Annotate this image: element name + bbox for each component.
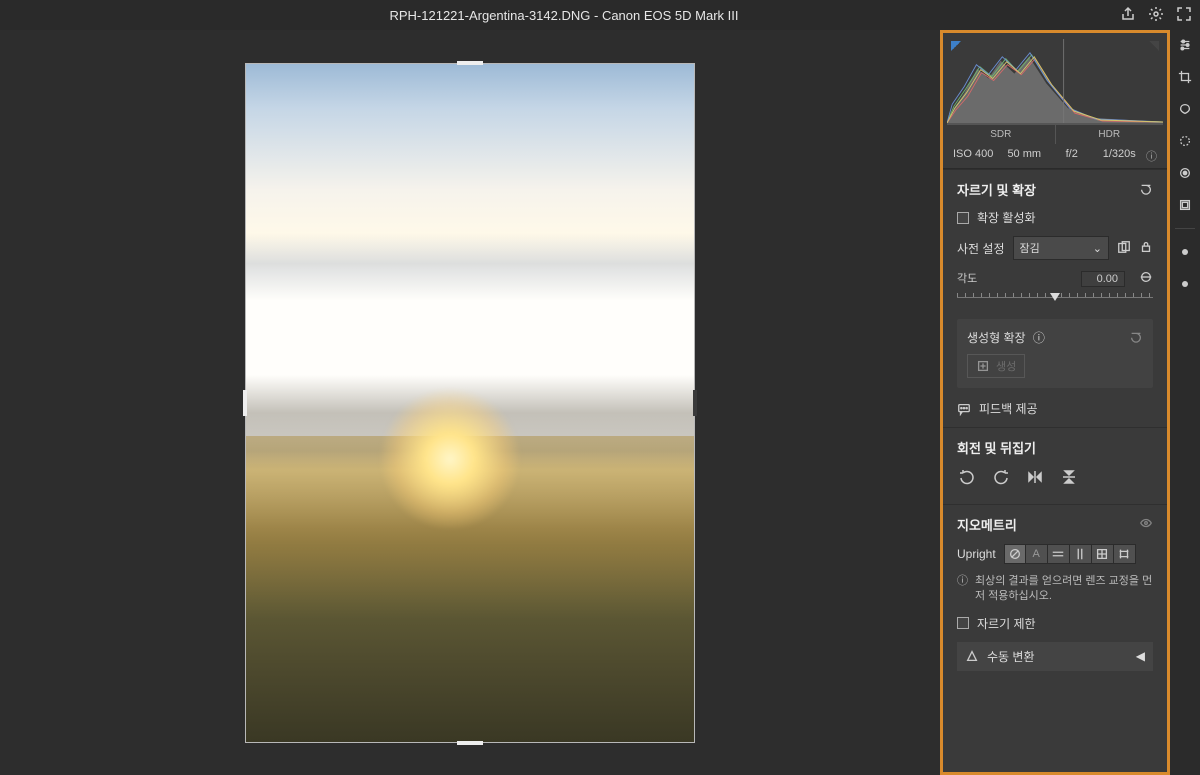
- upright-auto-button[interactable]: A: [1026, 544, 1048, 564]
- upright-full-button[interactable]: [1092, 544, 1114, 564]
- meta-iso: ISO 400: [953, 148, 1001, 164]
- window-title: RPH-121221-Argentina-3142.DNG - Canon EO…: [8, 8, 1120, 23]
- crop-handle-top[interactable]: [457, 61, 483, 65]
- preset-select[interactable]: 잠김 ⌄: [1013, 236, 1110, 260]
- triangle-left-icon: ◀: [1136, 649, 1145, 663]
- enable-expand-checkbox[interactable]: [957, 212, 969, 224]
- geometry-section: 지오메트리 Upright A: [943, 504, 1167, 681]
- generative-expand-box: 생성형 확장 ⓘ 생성: [957, 319, 1153, 388]
- chevron-down-icon: ⌄: [1093, 242, 1102, 255]
- right-panel: SDR HDR ISO 400 50 mm f/2 1/320s ⓘ 자르기 및…: [940, 30, 1170, 775]
- geometry-heading: 지오메트리: [957, 515, 1017, 534]
- histogram[interactable]: [947, 39, 1163, 124]
- healing-icon[interactable]: [1176, 100, 1194, 118]
- upright-button-group: A: [1004, 544, 1136, 564]
- crop-overlay[interactable]: [245, 63, 695, 743]
- tool-strip: [1170, 30, 1200, 775]
- enable-expand-label: 확장 활성화: [977, 209, 1036, 226]
- straighten-icon[interactable]: [1139, 270, 1153, 287]
- aspect-swap-icon[interactable]: [1117, 240, 1131, 257]
- redeye-icon[interactable]: [1176, 164, 1194, 182]
- separator: [1175, 228, 1195, 229]
- crop-limit-label: 자르기 제한: [977, 615, 1036, 632]
- crop-heading: 자르기 및 확장: [957, 180, 1036, 199]
- manual-transform-row[interactable]: 수동 변환 ◀: [957, 642, 1153, 671]
- preset-label: 사전 설정: [957, 240, 1005, 257]
- filename: RPH-121221-Argentina-3142.DNG: [389, 8, 590, 23]
- crop-handle-left[interactable]: [243, 390, 247, 416]
- upright-vertical-button[interactable]: [1070, 544, 1092, 564]
- presets-icon[interactable]: [1176, 196, 1194, 214]
- meta-aperture: f/2: [1048, 148, 1096, 164]
- mask-icon[interactable]: [1176, 132, 1194, 150]
- angle-value[interactable]: 0.00: [1081, 271, 1125, 287]
- more-icon[interactable]: [1176, 243, 1194, 261]
- crop-limit-checkbox[interactable]: [957, 617, 969, 629]
- lock-icon[interactable]: [1139, 240, 1153, 257]
- feedback-label: 피드백 제공: [979, 400, 1038, 417]
- gear-icon[interactable]: [1148, 6, 1164, 25]
- angle-slider[interactable]: [957, 291, 1153, 305]
- geometry-hint: 최상의 결과를 얻으려면 렌즈 교정을 먼저 적용하십시오.: [975, 574, 1153, 605]
- reset-icon[interactable]: [1129, 329, 1143, 346]
- manual-transform-label: 수동 변환: [987, 648, 1035, 665]
- upright-off-button[interactable]: [1004, 544, 1026, 564]
- export-icon[interactable]: [1120, 6, 1136, 25]
- flip-horizontal-icon[interactable]: [1027, 469, 1043, 490]
- histogram-section: SDR HDR ISO 400 50 mm f/2 1/320s ⓘ: [943, 33, 1167, 169]
- crop-tool-icon[interactable]: [1176, 68, 1194, 86]
- info-icon[interactable]: ⓘ: [1143, 148, 1157, 164]
- camera-model: Canon EOS 5D Mark III: [602, 8, 739, 23]
- canvas[interactable]: [0, 30, 940, 775]
- upright-guided-button[interactable]: [1114, 544, 1136, 564]
- crop-section: 자르기 및 확장 확장 활성화 사전 설정 잠김 ⌄: [943, 169, 1167, 427]
- rotate-ccw-icon[interactable]: [959, 469, 975, 490]
- crop-handle-right[interactable]: [693, 390, 697, 416]
- sdr-label[interactable]: SDR: [947, 124, 1055, 144]
- meta-shutter: 1/320s: [1096, 148, 1144, 164]
- crop-handle-bottom[interactable]: [457, 741, 483, 745]
- sliders-icon[interactable]: [1176, 36, 1194, 54]
- meta-focal: 50 mm: [1001, 148, 1049, 164]
- generate-button[interactable]: 생성: [967, 354, 1025, 378]
- fullscreen-icon[interactable]: [1176, 6, 1192, 25]
- upright-level-button[interactable]: [1048, 544, 1070, 564]
- rotate-heading: 회전 및 뒤집기: [957, 438, 1036, 457]
- info-icon: ⓘ: [957, 574, 969, 605]
- feedback-row[interactable]: 피드백 제공: [957, 400, 1153, 417]
- preset-value: 잠김: [1020, 240, 1040, 256]
- flip-vertical-icon[interactable]: [1061, 469, 1077, 490]
- generate-label: 생성: [996, 358, 1016, 374]
- more-icon-2[interactable]: [1176, 275, 1194, 293]
- eye-icon[interactable]: [1139, 516, 1153, 533]
- exif-row: ISO 400 50 mm f/2 1/320s ⓘ: [947, 144, 1163, 168]
- titlebar: RPH-121221-Argentina-3142.DNG - Canon EO…: [0, 0, 1200, 30]
- angle-label: 각도: [957, 270, 977, 287]
- upright-label: Upright: [957, 547, 996, 561]
- hdr-label[interactable]: HDR: [1055, 124, 1164, 144]
- gen-heading: 생성형 확장: [967, 331, 1026, 345]
- rotate-cw-icon[interactable]: [993, 469, 1009, 490]
- reset-icon[interactable]: [1139, 181, 1153, 198]
- rotate-section: 회전 및 뒤집기: [943, 427, 1167, 504]
- angle-slider-row: 각도 0.00: [957, 270, 1153, 305]
- info-icon[interactable]: ⓘ: [1033, 331, 1045, 345]
